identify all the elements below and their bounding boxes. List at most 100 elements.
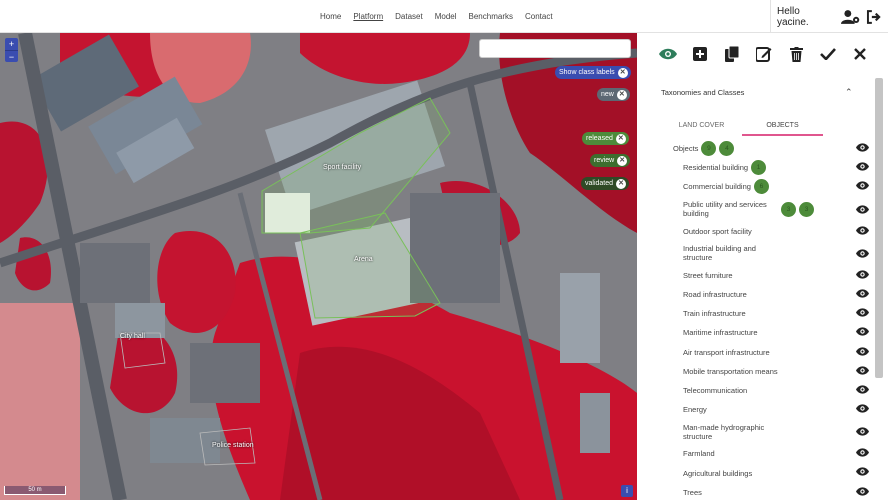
tree-class-item[interactable]: Man-made hydrographic structure bbox=[673, 419, 869, 444]
map-imagery bbox=[0, 33, 637, 500]
tree-class-label: Outdoor sport facility bbox=[683, 226, 752, 236]
tree-class-item[interactable]: Maritime infrastructure bbox=[673, 323, 869, 342]
close-icon[interactable]: ✕ bbox=[617, 155, 628, 166]
eye-icon[interactable] bbox=[856, 448, 869, 457]
tree-class-item[interactable]: Energy bbox=[673, 400, 869, 419]
eye-icon[interactable] bbox=[856, 467, 869, 477]
close-icon[interactable]: ✕ bbox=[617, 67, 628, 78]
copy-button[interactable] bbox=[723, 45, 741, 63]
tree-class-item[interactable]: Outdoor sport facility bbox=[673, 222, 869, 241]
annotation-toolbar bbox=[659, 45, 869, 63]
nav-platform[interactable]: Platform bbox=[353, 12, 383, 21]
tree-class-item[interactable]: Residential building 1 bbox=[673, 158, 869, 177]
nav-home[interactable]: Home bbox=[320, 12, 341, 21]
zoom-out-button[interactable]: − bbox=[5, 50, 18, 62]
pill-label: review bbox=[594, 157, 615, 164]
tree-class-item[interactable]: Industrial building and structure bbox=[673, 241, 869, 266]
satellite-map[interactable]: Sport facility Arena City hall Police st… bbox=[0, 33, 637, 500]
eye-icon[interactable] bbox=[856, 427, 869, 436]
tree-class-label: Residential building bbox=[683, 163, 749, 173]
annotation-panel: Taxonomies and Classes ⌃ LAND COVER OBJE… bbox=[637, 33, 888, 500]
eye-icon[interactable] bbox=[856, 162, 869, 171]
tree-class-item[interactable]: Commercial building 6 bbox=[673, 177, 869, 196]
tree-class-item[interactable]: Telecommunication bbox=[673, 381, 869, 400]
eye-icon[interactable] bbox=[856, 308, 869, 317]
eye-icon[interactable] bbox=[856, 385, 869, 394]
delete-button[interactable] bbox=[787, 45, 805, 63]
tree-class-item[interactable]: Public utility and services building 3 3 bbox=[673, 197, 869, 222]
taxonomy-section-header[interactable]: Taxonomies and Classes bbox=[661, 88, 856, 97]
status-filter-review[interactable]: review ✕ bbox=[590, 154, 631, 167]
eye-icon[interactable] bbox=[856, 225, 869, 235]
eye-icon[interactable] bbox=[856, 289, 869, 298]
status-filter-new[interactable]: new ✕ bbox=[597, 88, 630, 101]
logout-icon[interactable] bbox=[866, 9, 882, 25]
nav-dataset[interactable]: Dataset bbox=[395, 12, 423, 21]
tab-land-cover[interactable]: LAND COVER bbox=[661, 120, 742, 136]
tree-root-label: Objects bbox=[673, 144, 699, 154]
close-icon bbox=[854, 48, 866, 60]
close-panel-button[interactable] bbox=[851, 45, 869, 63]
tree-class-item[interactable]: Mobile transportation means bbox=[673, 362, 869, 381]
close-icon[interactable]: ✕ bbox=[615, 133, 626, 144]
count-badge: 1 bbox=[751, 160, 767, 176]
eye-icon[interactable] bbox=[856, 143, 869, 152]
user-settings-icon[interactable] bbox=[840, 9, 861, 25]
chevron-up-icon[interactable]: ⌃ bbox=[845, 87, 853, 98]
eye-icon[interactable] bbox=[856, 327, 869, 336]
tree-class-label: Maritime infrastructure bbox=[683, 328, 758, 338]
eye-icon[interactable] bbox=[856, 204, 869, 214]
tree-class-item[interactable]: Farmland bbox=[673, 444, 869, 463]
zoom-in-button[interactable]: + bbox=[5, 38, 18, 50]
status-filter-released[interactable]: released ✕ bbox=[582, 132, 629, 145]
eye-icon[interactable] bbox=[856, 249, 869, 258]
scale-bar: 50 m bbox=[4, 486, 66, 495]
edit-icon bbox=[756, 47, 772, 62]
tree-class-label: Public utility and services building bbox=[683, 200, 767, 219]
count-badge: 4 bbox=[719, 141, 735, 157]
tree-class-item[interactable]: Road infrastructure bbox=[673, 285, 869, 304]
map-label-police-station: Police station bbox=[212, 442, 254, 449]
tree-class-label: Agricultural buildings bbox=[683, 468, 753, 478]
tree-root-objects[interactable]: Objects 9 4 bbox=[673, 139, 869, 158]
close-icon[interactable]: ✕ bbox=[616, 89, 627, 100]
plus-square-icon bbox=[693, 47, 707, 61]
tab-objects[interactable]: OBJECTS bbox=[742, 120, 823, 136]
taxonomy-tabs: LAND COVER OBJECTS bbox=[661, 120, 823, 136]
add-annotation-button[interactable] bbox=[691, 45, 709, 63]
nav-benchmarks[interactable]: Benchmarks bbox=[469, 12, 513, 21]
panel-scrollbar[interactable] bbox=[875, 78, 883, 378]
pill-label: Show class labels bbox=[559, 69, 615, 76]
tree-class-label: Road infrastructure bbox=[683, 290, 747, 300]
eye-icon[interactable] bbox=[856, 366, 869, 375]
eye-icon[interactable] bbox=[856, 270, 869, 279]
nav-model[interactable]: Model bbox=[435, 12, 457, 21]
tree-class-item[interactable]: Train infrastructure bbox=[673, 304, 869, 323]
tree-class-item[interactable]: Trees bbox=[673, 483, 869, 502]
pill-label: validated bbox=[585, 180, 614, 187]
tree-class-label: Trees bbox=[683, 487, 702, 497]
tree-class-label: Mobile transportation means bbox=[683, 366, 778, 376]
close-icon[interactable]: ✕ bbox=[616, 178, 627, 189]
tree-class-label: Farmland bbox=[683, 449, 715, 459]
validate-button[interactable] bbox=[819, 45, 837, 63]
status-filter-validated[interactable]: validated ✕ bbox=[581, 177, 630, 190]
eye-icon[interactable] bbox=[856, 181, 869, 190]
main-nav: Home Platform Dataset Model Benchmarks C… bbox=[320, 0, 553, 33]
map-label-arena: Arena bbox=[354, 256, 373, 263]
tree-class-item[interactable]: Street furniture bbox=[673, 266, 869, 285]
show-class-labels-toggle[interactable]: Show class labels ✕ bbox=[555, 66, 631, 79]
eye-icon[interactable] bbox=[856, 487, 869, 496]
eye-icon[interactable] bbox=[856, 404, 869, 413]
tree-class-label: Industrial building and structure bbox=[683, 244, 756, 263]
nav-contact[interactable]: Contact bbox=[525, 12, 553, 21]
tree-class-item[interactable]: Air transport infrastructure bbox=[673, 343, 869, 362]
visibility-toggle-button[interactable] bbox=[659, 45, 677, 63]
map-search-input[interactable] bbox=[479, 39, 631, 58]
user-box: Hello yacine. bbox=[770, 0, 888, 33]
edit-button[interactable] bbox=[755, 45, 773, 63]
eye-icon[interactable] bbox=[856, 346, 869, 356]
info-button[interactable]: i bbox=[621, 485, 633, 497]
user-greeting: Hello yacine. bbox=[777, 5, 809, 28]
tree-class-item[interactable]: Agricultural buildings bbox=[673, 463, 869, 482]
